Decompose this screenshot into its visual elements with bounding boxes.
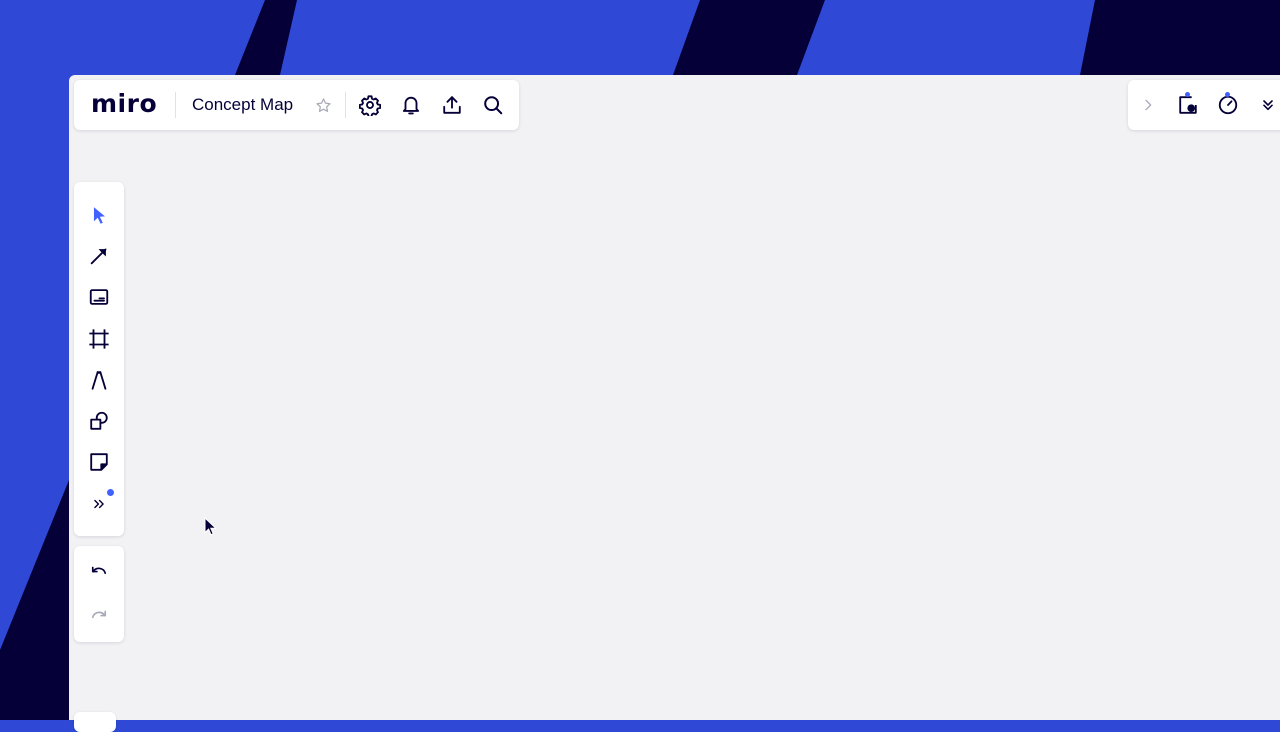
tool-frame[interactable]: [79, 318, 119, 359]
star-button[interactable]: [303, 85, 344, 125]
notification-dot: [107, 489, 114, 497]
presentation-button[interactable]: [1168, 85, 1208, 125]
undo-icon: [91, 566, 107, 575]
tool-shapes[interactable]: [79, 400, 119, 441]
history-toolbar: [74, 546, 124, 642]
board-right-controls: [1128, 80, 1280, 130]
divider: [175, 92, 176, 118]
redo-icon: [91, 610, 107, 619]
pen-icon: [91, 371, 107, 390]
miro-logo[interactable]: miro: [91, 89, 157, 121]
frame-icon: [89, 328, 109, 349]
tool-pen[interactable]: [79, 359, 119, 400]
board-title[interactable]: Concept Map: [192, 95, 293, 115]
settings-button[interactable]: [349, 85, 390, 125]
tool-select[interactable]: [79, 194, 119, 235]
notification-dot: [1185, 92, 1190, 97]
timer-icon: [1218, 95, 1238, 115]
collapse-button[interactable]: [1128, 85, 1168, 125]
arrow-line-icon: [90, 248, 107, 265]
creation-toolbar: [74, 182, 124, 536]
chevron-right-icon: [1145, 99, 1152, 111]
card-icon: [89, 289, 109, 306]
cursor-icon: [93, 206, 105, 224]
tool-text-card[interactable]: [79, 277, 119, 318]
search-icon: [483, 96, 502, 115]
notifications-button[interactable]: [390, 85, 431, 125]
board-canvas[interactable]: [69, 75, 1280, 720]
search-button[interactable]: [472, 85, 513, 125]
share-button[interactable]: [431, 85, 472, 125]
divider: [345, 92, 347, 118]
upload-icon: [442, 96, 461, 114]
bottom-panel[interactable]: [74, 712, 116, 732]
shapes-icon: [90, 411, 108, 430]
tool-connection-line[interactable]: [79, 235, 119, 276]
notification-dot: [1225, 92, 1230, 97]
more-options-button[interactable]: [1248, 85, 1280, 125]
sticky-note-icon: [90, 453, 108, 472]
tool-more[interactable]: [79, 483, 119, 524]
chevron-double-down-icon: [1263, 100, 1273, 111]
undo-button[interactable]: [79, 550, 119, 594]
star-icon: [316, 97, 331, 112]
redo-button[interactable]: [79, 594, 119, 638]
timer-button[interactable]: [1208, 85, 1248, 125]
board-header: miro Concept Map: [74, 80, 519, 130]
gear-icon: [358, 95, 381, 116]
mouse-pointer-icon: [204, 517, 218, 536]
tool-sticky-note[interactable]: [79, 442, 119, 483]
chevron-double-right-icon: [94, 499, 104, 508]
presentation-icon: [1179, 96, 1197, 114]
bell-icon: [402, 96, 419, 115]
